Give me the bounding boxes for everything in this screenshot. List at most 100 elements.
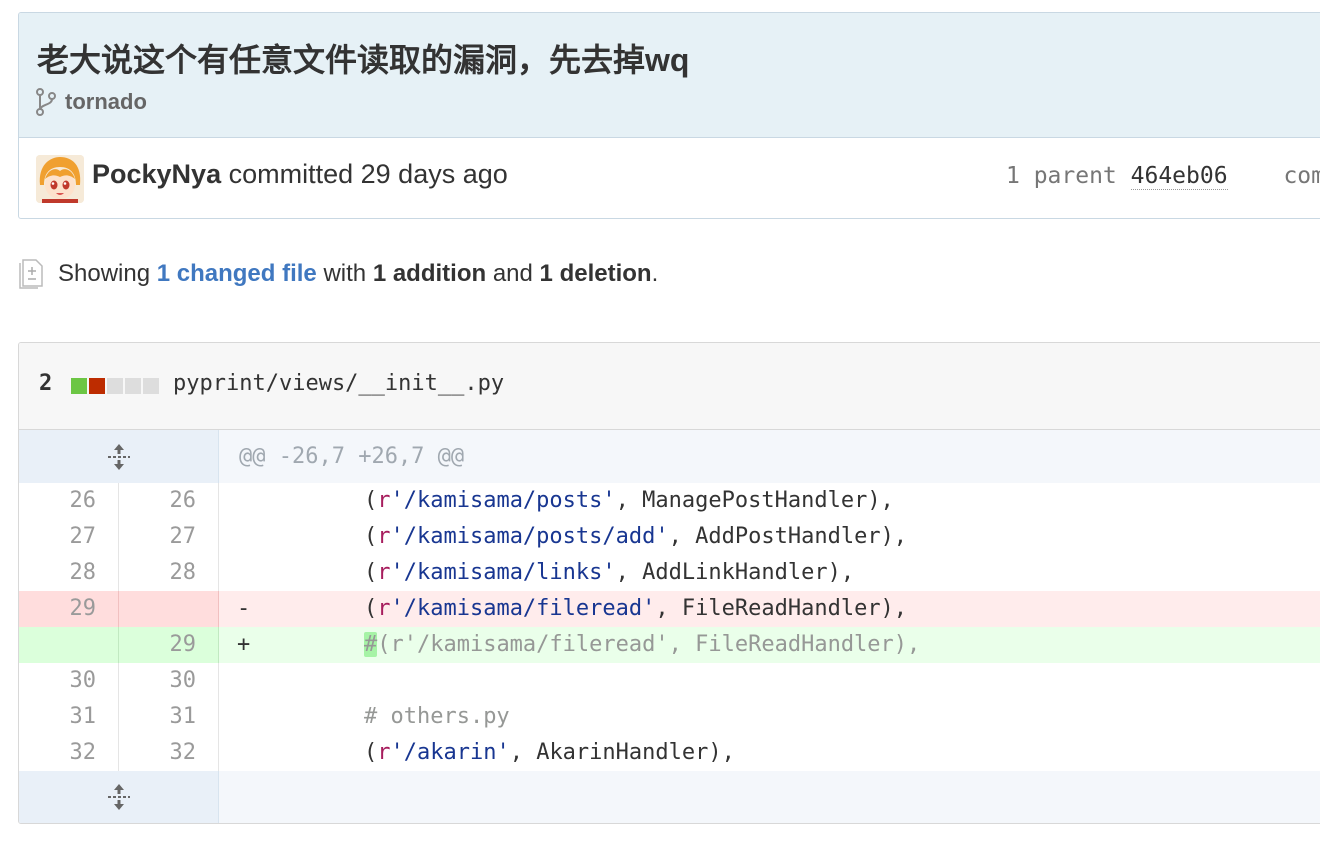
branch-link[interactable]: tornado — [65, 89, 147, 115]
summary-and: and — [492, 260, 533, 287]
diff-summary: Showing 1 changed file with 1 addition a… — [18, 256, 658, 292]
diff-line: 29 - (r'/kamisama/fileread', FileReadHand… — [19, 591, 1320, 627]
string-prefix: r — [377, 524, 391, 549]
diff-line: 28 28 (r'/kamisama/links', AddLinkHandler… — [19, 555, 1320, 591]
diff-line: 29 + #(r'/kamisama/fileread', FileReadHan… — [19, 627, 1320, 663]
summary-prefix: Showing — [58, 260, 151, 287]
string-literal: '/kamisama/fileread' — [390, 596, 656, 621]
code-cell: + #(r'/kamisama/fileread', FileReadHandl… — [219, 627, 1320, 663]
unfold-icon — [107, 784, 130, 810]
expand-up-button[interactable] — [19, 430, 219, 483]
new-line-number — [119, 591, 219, 627]
parent-line: 1 parent 464eb06 com — [1006, 163, 1320, 190]
string-literal: '/kamisama/posts/add' — [390, 524, 669, 549]
new-line-number: 26 — [119, 483, 219, 519]
diff-marker: - — [237, 596, 251, 621]
diff-line: 31 31 # others.py — [19, 699, 1320, 735]
code-rest: , ManagePostHandler), — [615, 488, 894, 513]
code-rest: , AddLinkHandler), — [615, 560, 855, 585]
summary-text: Showing 1 changed file with 1 addition a… — [58, 260, 658, 288]
diffstat-block — [107, 378, 123, 394]
diff-line: 27 27 (r'/kamisama/posts/add', AddPostHan… — [19, 519, 1320, 555]
commit-box: 老大说这个有任意文件读取的漏洞，先去掉wq tornado PockyNya c… — [18, 12, 1320, 219]
code-rest: , FileReadHandler), — [655, 596, 908, 621]
hunk-row-bottom — [19, 771, 1320, 823]
code-open: ( — [363, 524, 378, 549]
code-comment: # others.py — [363, 704, 510, 729]
branch-row: tornado — [35, 87, 147, 117]
additions-count: 1 addition — [372, 260, 487, 287]
code-comment: (r'/kamisama/fileread', FileReadHandler)… — [377, 632, 921, 657]
summary-suffix: . — [651, 260, 659, 287]
diff-count: 2 — [39, 371, 53, 396]
code-cell: - (r'/kamisama/fileread', FileReadHandle… — [219, 591, 1320, 627]
commit-sha-label: com — [1283, 163, 1320, 189]
code-open: ( — [363, 596, 378, 621]
diff-line: 32 32 (r'/akarin', AkarinHandler), — [19, 735, 1320, 771]
parent-label: 1 parent — [1006, 163, 1117, 189]
code-cell: (r'/akarin', AkarinHandler), — [219, 735, 1320, 771]
old-line-number — [19, 627, 119, 663]
code-open: ( — [363, 740, 378, 765]
file-path-link[interactable]: pyprint/views/__init__.py — [173, 371, 504, 396]
diff-line: 30 30 — [19, 663, 1320, 699]
new-line-number: 30 — [119, 663, 219, 699]
diff-table: @@ -26,7 +26,7 @@ 26 26 (r'/kamisama/post… — [19, 430, 1320, 823]
old-line-number: 29 — [19, 591, 119, 627]
diffstat-block — [89, 378, 105, 394]
code-rest: , AddPostHandler), — [668, 524, 908, 549]
code-open: ( — [363, 488, 378, 513]
new-line-number: 27 — [119, 519, 219, 555]
old-line-number: 27 — [19, 519, 119, 555]
new-line-number: 31 — [119, 699, 219, 735]
diffstat-block — [143, 378, 159, 394]
expander-filler — [219, 771, 1320, 823]
string-prefix: r — [377, 488, 391, 513]
old-line-number: 28 — [19, 555, 119, 591]
code-cell: (r'/kamisama/posts/add', AddPostHandler)… — [219, 519, 1320, 555]
diffstat-block — [71, 378, 87, 394]
code-cell: # others.py — [219, 699, 1320, 735]
code-highlight: # — [363, 632, 378, 657]
string-literal: '/kamisama/links' — [390, 560, 616, 585]
avatar-image — [36, 155, 84, 203]
string-literal: '/kamisama/posts' — [390, 488, 616, 513]
committed-text: committed 29 days ago — [228, 159, 508, 189]
new-line-number: 28 — [119, 555, 219, 591]
parent-sha-link[interactable]: 464eb06 — [1130, 163, 1228, 190]
old-line-number: 32 — [19, 735, 119, 771]
author-link[interactable]: PockyNya — [92, 159, 221, 189]
commit-meta: PockyNya committed 29 days ago 1 parent … — [19, 139, 1320, 218]
summary-with: with — [323, 260, 367, 287]
string-prefix: r — [377, 740, 391, 765]
file-diff-icon — [19, 259, 43, 289]
expand-down-button[interactable] — [19, 771, 219, 823]
code-cell: (r'/kamisama/posts', ManagePostHandler), — [219, 483, 1320, 519]
changed-files-link[interactable]: 1 changed file — [157, 260, 317, 287]
commit-header: 老大说这个有任意文件读取的漏洞，先去掉wq tornado — [19, 13, 1320, 138]
avatar[interactable] — [36, 155, 84, 203]
file-diff: 2 pyprint/views/__init__.py @@ -26,7 +26… — [18, 342, 1320, 824]
diffstat-bar — [71, 378, 161, 394]
hunk-header: @@ -26,7 +26,7 @@ — [239, 444, 465, 469]
deletions-count: 1 deletion — [539, 260, 652, 287]
hunk-row: @@ -26,7 +26,7 @@ — [19, 430, 1320, 483]
diff-lines: 26 26 (r'/kamisama/posts', ManagePostHand… — [19, 483, 1320, 771]
code-cell — [219, 663, 1320, 699]
new-line-number: 32 — [119, 735, 219, 771]
string-literal: '/akarin' — [390, 740, 510, 765]
diff-marker: + — [237, 632, 251, 657]
git-branch-icon — [36, 88, 56, 116]
string-prefix: r — [377, 596, 391, 621]
old-line-number: 26 — [19, 483, 119, 519]
author-line: PockyNya committed 29 days ago — [92, 159, 508, 190]
old-line-number: 30 — [19, 663, 119, 699]
commit-title: 老大说这个有任意文件读取的漏洞，先去掉wq — [37, 42, 690, 78]
